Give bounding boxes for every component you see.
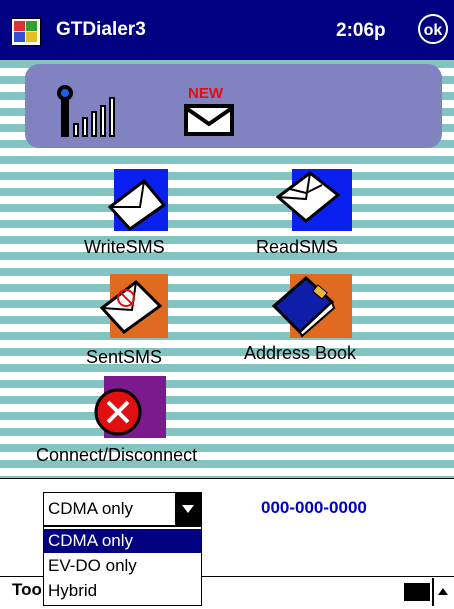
sent-sms-label[interactable]: SentSMS	[86, 347, 162, 368]
signal-strength-icon	[57, 85, 115, 137]
app-title: GTDialer3	[56, 19, 146, 40]
address-book-button[interactable]	[270, 272, 352, 338]
dropdown-option-evdo[interactable]: EV-DO only	[44, 554, 201, 578]
phone-number: 000-000-0000	[261, 498, 367, 517]
read-sms-button[interactable]	[275, 169, 352, 231]
address-book-label[interactable]: Address Book	[244, 343, 356, 364]
input-panel-arrow-icon[interactable]	[438, 588, 448, 595]
connect-disconnect-button[interactable]	[94, 376, 166, 438]
read-sms-icon	[275, 169, 352, 231]
write-sms-button[interactable]	[107, 169, 168, 231]
sent-sms-button[interactable]	[99, 272, 168, 338]
write-sms-icon	[107, 169, 168, 231]
read-sms-label[interactable]: ReadSMS	[256, 237, 338, 258]
network-mode-value: CDMA only	[48, 499, 134, 518]
new-badge: NEW	[188, 85, 224, 102]
network-mode-dropdown: CDMA only EV-DO only Hybrid	[43, 526, 202, 606]
address-book-icon	[271, 274, 352, 338]
connect-disconnect-label[interactable]: Connect/Disconnect	[36, 445, 197, 466]
dropdown-option-cdma[interactable]: CDMA only	[44, 529, 201, 553]
ok-button[interactable]: ok	[418, 14, 448, 44]
menu-divider	[432, 578, 434, 606]
disconnect-icon	[94, 376, 166, 438]
write-sms-label[interactable]: WriteSMS	[84, 237, 165, 258]
chevron-down-icon[interactable]	[175, 493, 201, 525]
new-message-icon[interactable]: NEW	[180, 82, 240, 138]
windows-start-icon[interactable]	[11, 18, 41, 46]
network-mode-select[interactable]: CDMA only	[43, 492, 202, 526]
tools-menu[interactable]: Too	[12, 580, 42, 600]
dropdown-option-hybrid[interactable]: Hybrid	[44, 579, 201, 603]
clock[interactable]: 2:06p	[336, 20, 386, 42]
sent-sms-icon	[99, 274, 168, 338]
keyboard-icon[interactable]	[404, 583, 430, 601]
